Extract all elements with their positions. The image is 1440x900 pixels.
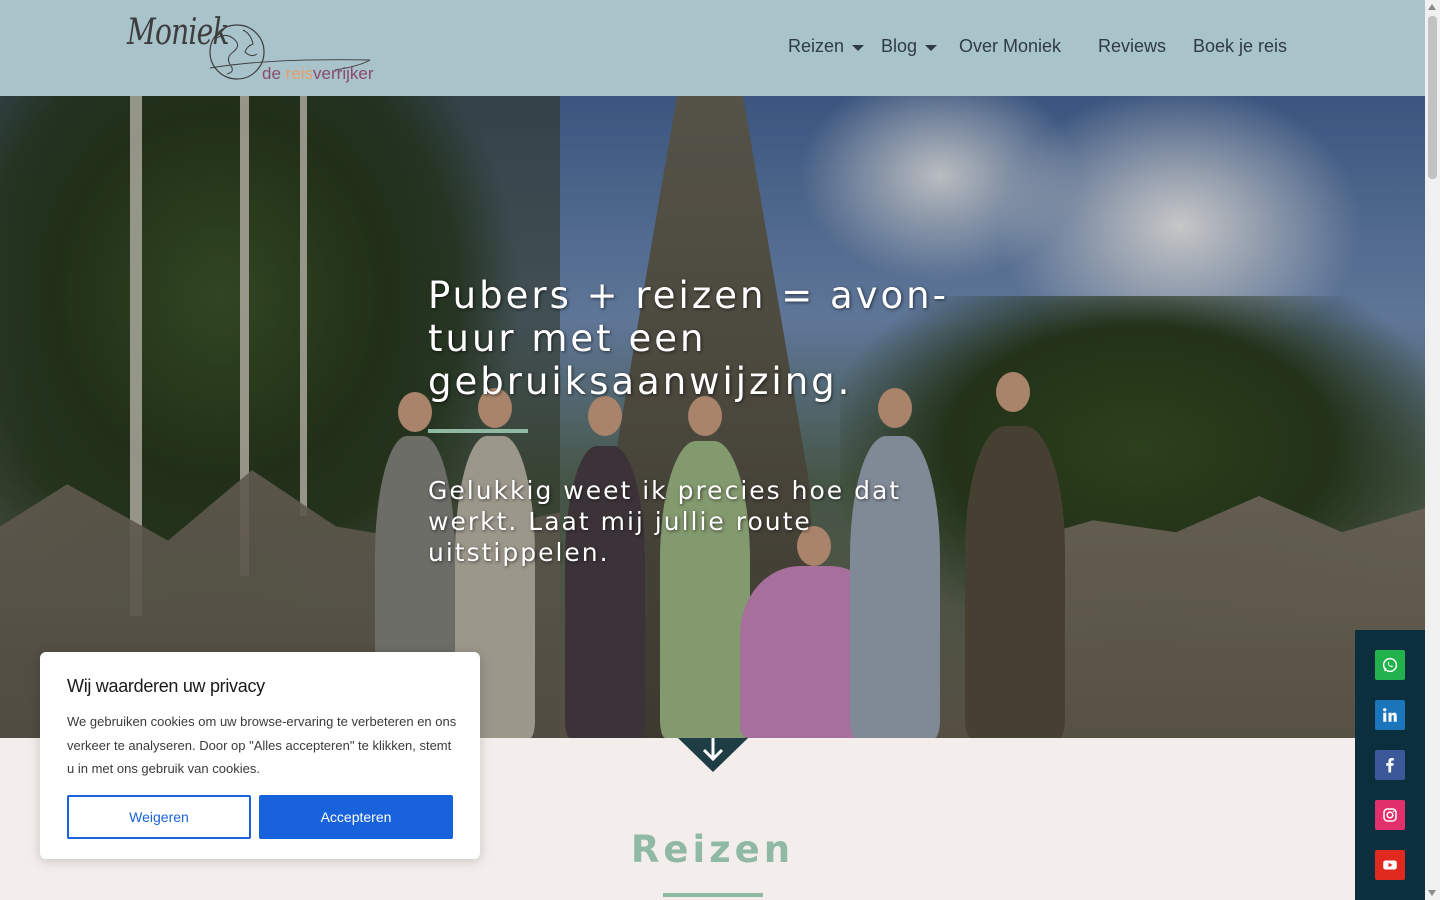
nav-label: Reviews	[1098, 36, 1167, 56]
arrow-down-icon[interactable]	[678, 738, 748, 772]
cookie-text: We gebruiken cookies om uw browse-ervari…	[67, 714, 457, 776]
scrollbar-thumb[interactable]	[1428, 16, 1437, 179]
instagram-icon[interactable]	[1375, 800, 1405, 830]
nav-item-boek-je-reis[interactable]: Boek je reis	[1193, 36, 1287, 57]
site-header: Moniek de reisverrijker Reizen Blog Over…	[0, 0, 1425, 96]
scroll-up-icon[interactable]	[1428, 4, 1436, 10]
caret-down-icon	[852, 44, 865, 51]
nav-item-reviews[interactable]: Reviews	[1098, 36, 1193, 57]
main-nav: Reizen Blog Over Moniek Reviews Boek je …	[788, 36, 1287, 57]
nav-label: Boek je reis	[1193, 36, 1288, 56]
nav-label: Reizen	[788, 36, 845, 56]
nav-item-reizen[interactable]: Reizen	[788, 36, 881, 57]
hero-section: Pubers + reizen = avon-tuur met een gebr…	[0, 96, 1425, 738]
hero-divider	[428, 429, 528, 433]
hero-title: Pubers + reizen = avon-tuur met een gebr…	[428, 274, 949, 403]
youtube-icon[interactable]	[1375, 850, 1405, 880]
caret-down-icon	[925, 44, 938, 51]
nav-label: Blog	[881, 36, 918, 56]
cookie-consent-banner: Wij waarderen uw privacy We gebruiken co…	[40, 652, 480, 859]
whatsapp-icon[interactable]	[1375, 650, 1405, 680]
page-scrollbar[interactable]	[1425, 0, 1440, 900]
social-share-bar	[1355, 630, 1425, 900]
facebook-icon[interactable]	[1375, 750, 1405, 780]
scroll-down-icon[interactable]	[1428, 890, 1436, 896]
logo-tag-part: reis	[285, 64, 314, 83]
nav-label: Over Moniek	[959, 36, 1062, 56]
hero-text-block: Pubers + reizen = avon-tuur met een gebr…	[428, 274, 968, 568]
reject-cookies-button[interactable]: Weigeren	[67, 795, 251, 839]
nav-item-blog[interactable]: Blog	[881, 36, 959, 57]
logo-script-text: Moniek	[127, 12, 229, 53]
linkedin-icon[interactable]	[1375, 700, 1405, 730]
logo-tagline: de reisverrijker	[262, 64, 374, 84]
site-logo[interactable]: Moniek de reisverrijker	[125, 8, 375, 88]
cookie-title: Wij waarderen uw privacy	[67, 676, 265, 696]
logo-tag-part: verrijker	[313, 64, 374, 83]
hero-subtitle: Gelukkig weet ik precies hoe dat werkt. …	[428, 476, 902, 567]
nav-item-over-moniek[interactable]: Over Moniek	[959, 36, 1098, 57]
accept-cookies-button[interactable]: Accepteren	[259, 795, 453, 839]
logo-tag-part: de	[262, 64, 286, 83]
section-divider	[663, 893, 763, 897]
